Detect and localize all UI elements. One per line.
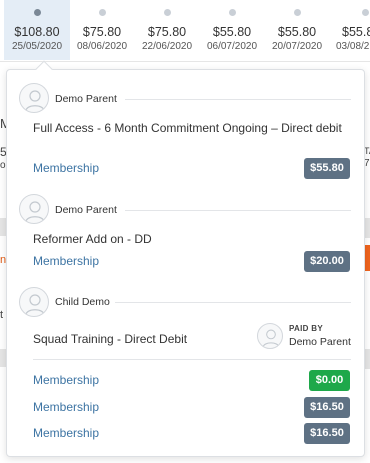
membership-label[interactable]: Membership — [33, 254, 99, 268]
divider — [33, 359, 351, 360]
price-badge: $16.50 — [304, 397, 350, 418]
payment-breakdown-popover: Demo Parent Full Access - 6 Month Commit… — [6, 60, 365, 457]
timeline-dot — [164, 9, 171, 16]
timeline-item[interactable]: $108.80 25/05/2020 — [4, 0, 70, 60]
timeline-item[interactable]: $55.80 20/07/2020 — [264, 0, 330, 60]
person-name: Child Demo — [55, 296, 110, 308]
membership-label[interactable]: Membership — [33, 373, 99, 387]
timeline-dot — [229, 9, 236, 16]
divider — [115, 302, 351, 303]
membership-label[interactable]: Membership — [33, 426, 99, 440]
bg-text-fragment: t — [0, 309, 4, 321]
avatar — [19, 194, 49, 224]
timeline-date: 22/06/2020 — [141, 41, 193, 52]
timeline-item[interactable]: $75.80 22/06/2020 — [134, 0, 200, 60]
item-title: Squad Training - Direct Debit — [33, 332, 188, 346]
timeline-date: 20/07/2020 — [271, 41, 323, 52]
price-badge: $20.00 — [304, 251, 350, 272]
divider — [125, 210, 351, 211]
bg-text-fragment: o — [0, 160, 6, 171]
timeline-amount: $55.80 — [212, 25, 252, 39]
timeline-date: 08/06/2020 — [76, 41, 128, 52]
timeline-dot — [294, 9, 301, 16]
timeline-amount: $55.8 — [342, 25, 370, 39]
item-title: Full Access - 6 Month Commitment Ongoing… — [33, 121, 342, 135]
person-name: Demo Parent — [55, 204, 117, 216]
timeline-amount: $75.80 — [82, 25, 122, 39]
price-badge: $16.50 — [304, 423, 350, 444]
timeline-date: 25/05/2020 — [11, 41, 63, 52]
timeline-dot — [34, 9, 41, 16]
timeline-amount: $55.80 — [277, 25, 317, 39]
paid-by-avatar — [257, 323, 283, 349]
paid-by-label: PAID BY — [289, 324, 323, 333]
user-icon — [25, 201, 45, 223]
user-icon — [25, 294, 45, 316]
popover-arrow — [35, 60, 53, 78]
bg-bar — [365, 218, 370, 238]
timeline-item[interactable]: $75.80 08/06/2020 — [69, 0, 135, 60]
timeline-item[interactable]: $55.8 03/08/2 — [329, 0, 370, 60]
price-badge: $55.80 — [304, 158, 350, 179]
user-icon — [262, 329, 280, 348]
bg-orange-button — [365, 245, 370, 271]
timeline-amount: $75.80 — [147, 25, 187, 39]
avatar — [19, 83, 49, 113]
paid-by-name: Demo Parent — [289, 336, 351, 348]
membership-label[interactable]: Membership — [33, 161, 99, 175]
membership-label[interactable]: Membership — [33, 400, 99, 414]
timeline-dot — [362, 9, 369, 16]
timeline-amount: $108.80 — [14, 25, 60, 39]
item-title: Reformer Add on - DD — [33, 232, 152, 246]
user-icon — [25, 90, 45, 112]
divider — [125, 99, 351, 100]
avatar — [19, 287, 49, 317]
timeline-item[interactable]: $55.80 06/07/2020 — [199, 0, 265, 60]
price-badge: $0.00 — [309, 370, 350, 391]
timeline-date: 06/07/2020 — [206, 41, 258, 52]
person-name: Demo Parent — [55, 93, 117, 105]
bg-bar — [365, 349, 370, 369]
payment-timeline: $108.80 25/05/2020 $75.80 08/06/2020 $75… — [0, 0, 370, 62]
timeline-dot — [99, 9, 106, 16]
timeline-date: 03/08/2 — [336, 41, 370, 52]
